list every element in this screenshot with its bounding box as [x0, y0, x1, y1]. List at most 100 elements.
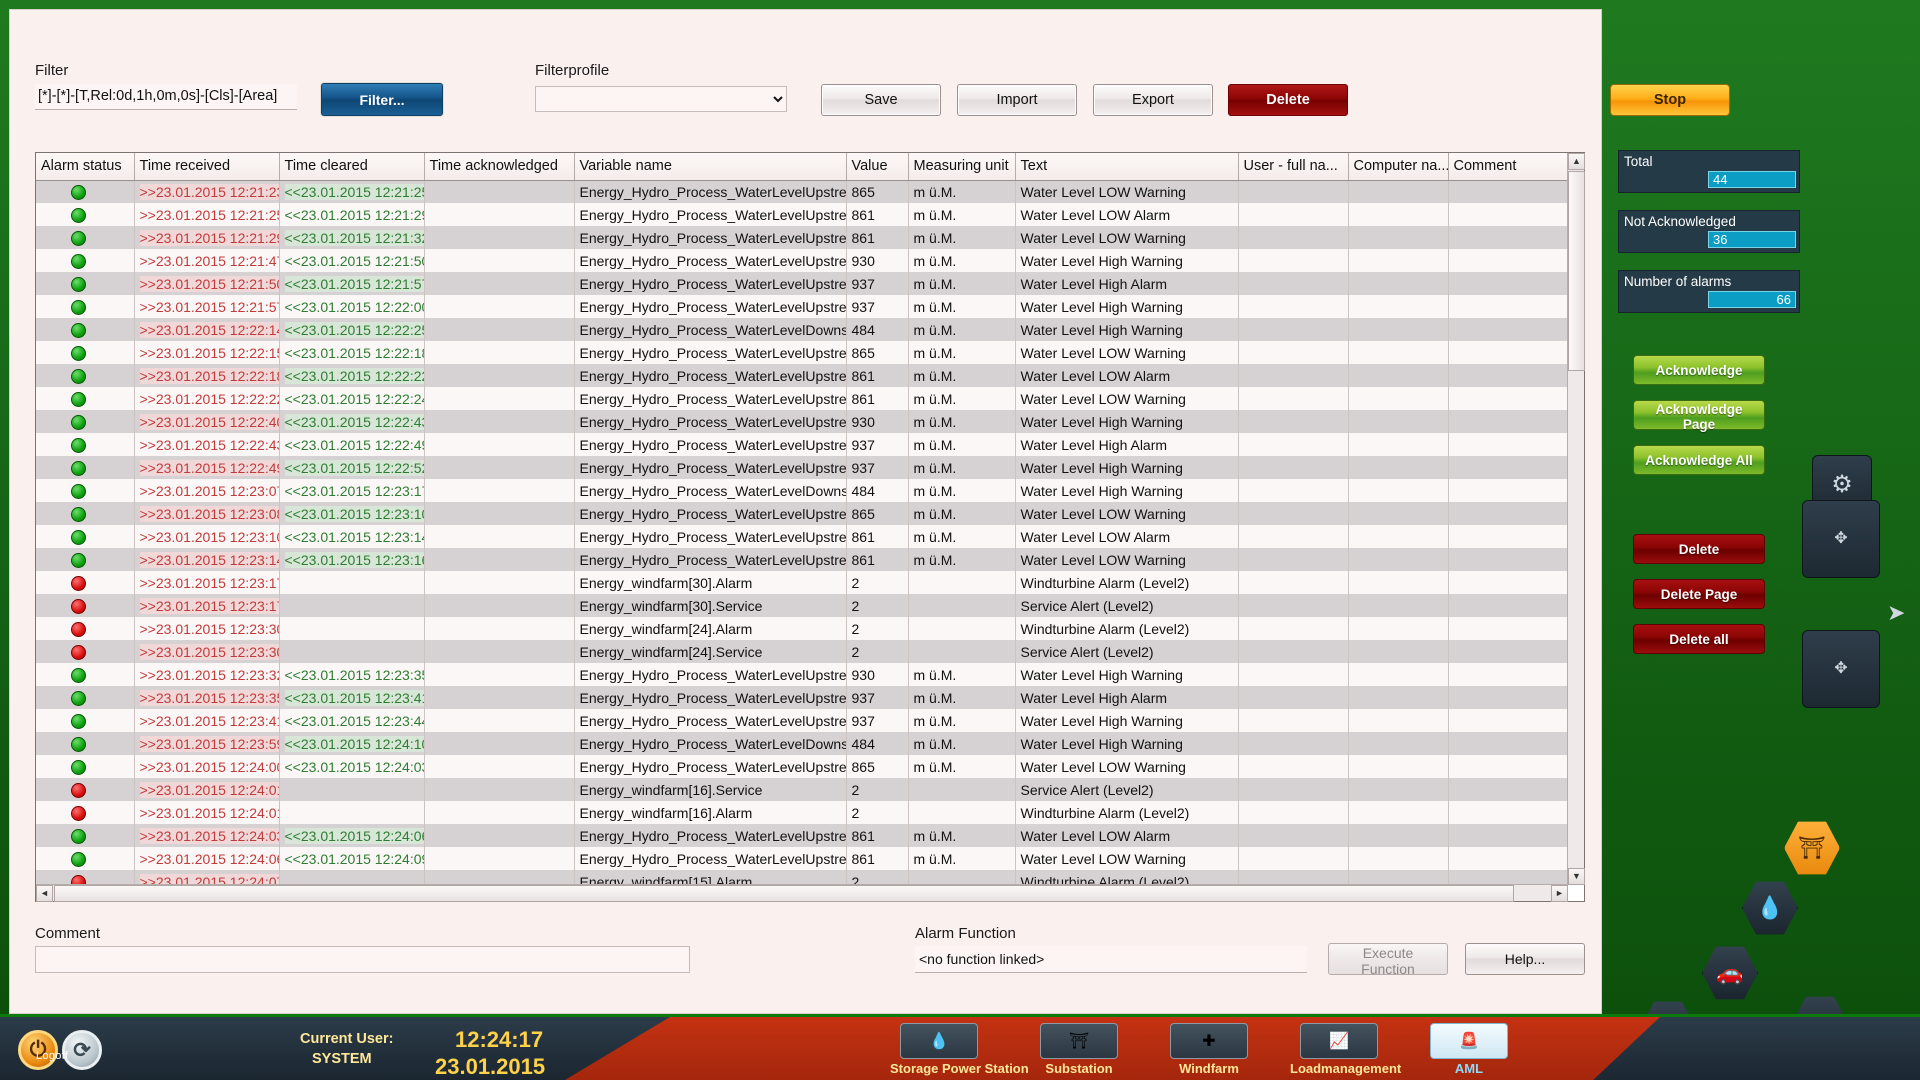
gadget-vehicle-hex[interactable]: 🚗 — [1702, 945, 1758, 1001]
scroll-right-icon[interactable]: ► — [1551, 885, 1568, 902]
horizontal-scrollbar-thumb[interactable] — [54, 885, 1514, 902]
save-button[interactable]: Save — [821, 84, 941, 116]
gadget-storage-hex[interactable]: 💧 — [1742, 880, 1798, 936]
alarm-row[interactable]: >>23.01.2015 12:21:47<<23.01.2015 12:21:… — [36, 249, 1568, 272]
alarm-row[interactable]: >>23.01.2015 12:21:57<<23.01.2015 12:22:… — [36, 295, 1568, 318]
alarm-row[interactable]: >>23.01.2015 12:24:03<<23.01.2015 12:24:… — [36, 824, 1568, 847]
alarm-led-green-icon — [71, 277, 86, 292]
alarm-row[interactable]: >>23.01.2015 12:23:41<<23.01.2015 12:23:… — [36, 709, 1568, 732]
vertical-scrollbar-thumb[interactable] — [1568, 171, 1585, 371]
alarm-row[interactable]: >>23.01.2015 12:23:30Energy_windfarm[24]… — [36, 640, 1568, 663]
alarm-row[interactable]: >>23.01.2015 12:23:35<<23.01.2015 12:23:… — [36, 686, 1568, 709]
alarm-row[interactable]: >>23.01.2015 12:22:15<<23.01.2015 12:22:… — [36, 341, 1568, 364]
filter-input[interactable] — [35, 84, 297, 110]
column-header[interactable]: User - full na... — [1238, 153, 1348, 180]
acknowledge-button[interactable]: Acknowledge — [1633, 355, 1765, 385]
column-header[interactable]: Time cleared — [279, 153, 424, 180]
value-cell: 2 — [846, 778, 908, 801]
column-header[interactable]: Comment — [1448, 153, 1568, 180]
delete-profile-button[interactable]: Delete — [1228, 84, 1348, 116]
nav-button-aml[interactable]: 🚨AML — [1420, 1023, 1518, 1080]
alarm-row[interactable]: >>23.01.2015 12:24:06<<23.01.2015 12:24:… — [36, 847, 1568, 870]
alarm-row[interactable]: >>23.01.2015 12:23:07<<23.01.2015 12:23:… — [36, 479, 1568, 502]
alarm-row[interactable]: >>23.01.2015 12:24:00<<23.01.2015 12:24:… — [36, 755, 1568, 778]
alarm-row[interactable]: >>23.01.2015 12:24:07Energy_windfarm[15]… — [36, 870, 1568, 885]
delete-page-button[interactable]: Delete Page — [1633, 579, 1765, 609]
logoff-label[interactable]: Logoff — [36, 1050, 68, 1062]
column-header[interactable]: Time acknowledged — [424, 153, 574, 180]
alarm-row[interactable]: >>23.01.2015 12:23:17Energy_windfarm[30]… — [36, 571, 1568, 594]
alarm-row[interactable]: >>23.01.2015 12:21:29<<23.01.2015 12:21:… — [36, 226, 1568, 249]
gadget-dpad-top[interactable]: ✥ — [1802, 500, 1880, 578]
alarm-table-scroll-region[interactable]: Alarm statusTime receivedTime clearedTim… — [36, 153, 1568, 885]
dpad-icon[interactable]: ✥ — [1803, 501, 1879, 577]
gadget-settings-pad[interactable]: ⚙ — [1812, 455, 1872, 515]
alarm-status-cell — [36, 318, 134, 341]
time-cleared-cell: <<23.01.2015 12:24:09 — [279, 847, 424, 870]
filter-button[interactable]: Filter... — [321, 83, 443, 116]
alarm-row[interactable]: >>23.01.2015 12:23:32<<23.01.2015 12:23:… — [36, 663, 1568, 686]
water-drops-icon[interactable]: 💧 — [900, 1023, 978, 1059]
value-cell: 937 — [846, 456, 908, 479]
nav-button-storage-power-station[interactable]: 💧Storage Power Station — [890, 1023, 988, 1080]
column-header[interactable]: Text — [1015, 153, 1238, 180]
scroll-up-icon[interactable]: ▲ — [1568, 153, 1585, 170]
delete-all-button[interactable]: Delete all — [1633, 624, 1765, 654]
trend-chart-icon[interactable]: 📈 — [1300, 1023, 1378, 1059]
acknowledge-all-button[interactable]: Acknowledge All — [1633, 445, 1765, 475]
alarm-row[interactable]: >>23.01.2015 12:24:01Energy_windfarm[16]… — [36, 801, 1568, 824]
alarm-row[interactable]: >>23.01.2015 12:23:08<<23.01.2015 12:23:… — [36, 502, 1568, 525]
horizontal-scrollbar[interactable]: ◄ ► — [36, 884, 1568, 901]
wind-turbine-icon[interactable]: ✚ — [1170, 1023, 1248, 1059]
gadget-pylon-hex[interactable]: ⛩ — [1784, 820, 1840, 876]
execute-function-button[interactable]: Execute Function — [1328, 943, 1448, 975]
alarm-row[interactable]: >>23.01.2015 12:21:23<<23.01.2015 12:21:… — [36, 180, 1568, 203]
delete-button[interactable]: Delete — [1633, 534, 1765, 564]
alarm-row[interactable]: >>23.01.2015 12:23:59<<23.01.2015 12:24:… — [36, 732, 1568, 755]
column-header[interactable]: Measuring unit — [908, 153, 1015, 180]
alarm-led-green-icon — [71, 185, 86, 200]
nav-button-windfarm[interactable]: ✚Windfarm — [1160, 1023, 1258, 1080]
export-button[interactable]: Export — [1093, 84, 1213, 116]
column-header[interactable]: Variable name — [574, 153, 846, 180]
column-header[interactable]: Computer na... — [1348, 153, 1448, 180]
comment-input[interactable] — [35, 946, 690, 973]
alarm-row[interactable]: >>23.01.2015 12:21:25<<23.01.2015 12:21:… — [36, 203, 1568, 226]
nav-button-loadmanagement[interactable]: 📈Loadmanagement — [1290, 1023, 1388, 1080]
pylon-icon[interactable]: ⛩ — [1040, 1023, 1118, 1059]
alarm-row[interactable]: >>23.01.2015 12:23:30Energy_windfarm[24]… — [36, 617, 1568, 640]
alarm-row[interactable]: >>23.01.2015 12:22:18<<23.01.2015 12:22:… — [36, 364, 1568, 387]
alarm-row[interactable]: >>23.01.2015 12:22:40<<23.01.2015 12:22:… — [36, 410, 1568, 433]
vertical-scrollbar[interactable]: ▲ ▼ — [1567, 153, 1584, 885]
column-header[interactable]: Alarm status — [36, 153, 134, 180]
alarm-beacon-icon[interactable]: 🚨 — [1430, 1023, 1508, 1059]
alarm-row[interactable]: >>23.01.2015 12:23:10<<23.01.2015 12:23:… — [36, 525, 1568, 548]
stop-button[interactable]: Stop — [1610, 84, 1730, 116]
filterprofile-select[interactable] — [535, 86, 787, 112]
alarm-row[interactable]: >>23.01.2015 12:23:17Energy_windfarm[30]… — [36, 594, 1568, 617]
time-cleared-cell-text: <<23.01.2015 12:22:24 — [285, 391, 425, 407]
time-received-cell-text: >>23.01.2015 12:23:14 — [140, 552, 280, 568]
alarm-row[interactable]: >>23.01.2015 12:24:01Energy_windfarm[16]… — [36, 778, 1568, 801]
nav-button-substation[interactable]: ⛩Substation — [1030, 1023, 1128, 1080]
acknowledge-page-button[interactable]: Acknowledge Page — [1633, 400, 1765, 430]
value-cell: 861 — [846, 847, 908, 870]
scroll-left-icon[interactable]: ◄ — [36, 885, 53, 902]
alarm-function-input[interactable] — [915, 946, 1307, 973]
time-received-cell-text: >>23.01.2015 12:23:17 — [140, 598, 280, 614]
alarm-row[interactable]: >>23.01.2015 12:22:14<<23.01.2015 12:22:… — [36, 318, 1568, 341]
alarm-row[interactable]: >>23.01.2015 12:22:49<<23.01.2015 12:22:… — [36, 456, 1568, 479]
alarm-row[interactable]: >>23.01.2015 12:22:43<<23.01.2015 12:22:… — [36, 433, 1568, 456]
gadget-dpad-bottom[interactable]: ✥ — [1802, 630, 1880, 708]
alarm-row[interactable]: >>23.01.2015 12:21:50<<23.01.2015 12:21:… — [36, 272, 1568, 295]
alarm-row[interactable]: >>23.01.2015 12:22:22<<23.01.2015 12:22:… — [36, 387, 1568, 410]
column-header[interactable]: Time received — [134, 153, 279, 180]
column-header[interactable]: Value — [846, 153, 908, 180]
alarm-row[interactable]: >>23.01.2015 12:23:14<<23.01.2015 12:23:… — [36, 548, 1568, 571]
time-received-cell-text: >>23.01.2015 12:23:41 — [140, 713, 280, 729]
help-button[interactable]: Help... — [1465, 943, 1585, 975]
gear-icon[interactable]: ⚙ — [1813, 456, 1871, 514]
dpad-icon-2[interactable]: ✥ — [1803, 631, 1879, 707]
scroll-down-icon[interactable]: ▼ — [1568, 868, 1585, 885]
import-button[interactable]: Import — [957, 84, 1077, 116]
